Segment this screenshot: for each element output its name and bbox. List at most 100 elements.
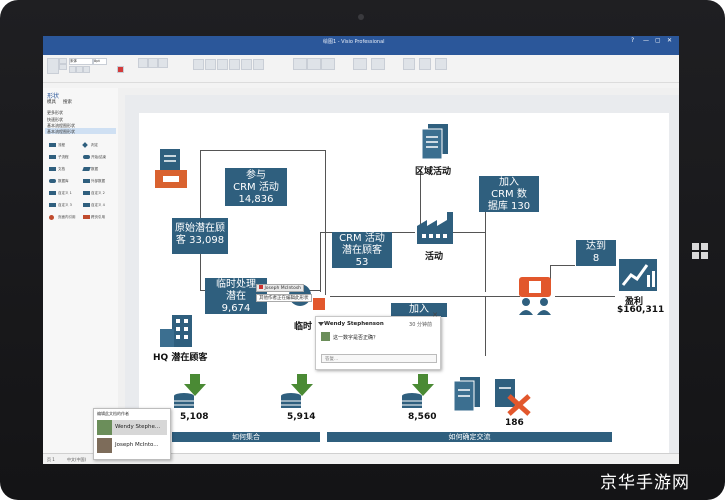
line-button[interactable] <box>307 58 321 70</box>
font-name-select[interactable]: 宋体 <box>69 58 93 65</box>
box-line: 加入 <box>499 177 519 188</box>
ribbon-tabs <box>43 47 679 55</box>
decision-shape-icon[interactable] <box>82 142 88 148</box>
off-page-reference-shape-icon[interactable] <box>83 215 90 219</box>
factory-icon[interactable] <box>415 210 455 246</box>
style-5-button[interactable] <box>241 59 252 70</box>
on-page-reference-shape-icon[interactable] <box>49 215 54 220</box>
site-watermark: 京华手游网 <box>600 473 690 493</box>
join-crm-database-box[interactable]: 加入 CRM 数 据库 130 <box>479 176 539 212</box>
select-button[interactable] <box>435 58 447 70</box>
document-stack-icon[interactable] <box>420 123 450 161</box>
close-button[interactable]: ✕ <box>667 37 672 44</box>
comment-popup[interactable]: Wendy Stephenson 30 分钟前 ✕ 这一数字是否正确？ 答复..… <box>315 311 441 370</box>
count-5108: 5,108 <box>180 412 209 422</box>
style-1-button[interactable] <box>193 59 204 70</box>
fill-button[interactable] <box>293 58 307 70</box>
paste-button[interactable] <box>47 58 59 74</box>
ribbon: 宋体 8pt <box>43 55 679 89</box>
avatar <box>97 420 112 435</box>
coauthor-item[interactable]: Joseph McInto... <box>97 438 167 453</box>
team-approval-icon[interactable] <box>515 275 555 317</box>
copy-button[interactable] <box>59 64 67 70</box>
shape-label-custom-3: 自定义 3 <box>58 203 72 207</box>
box-line: 达到 <box>586 241 606 252</box>
profit-chart-icon[interactable] <box>617 257 659 293</box>
raw-leads-box[interactable]: 原始潜在顾 客 33,098 <box>172 218 228 254</box>
layers-button[interactable] <box>419 58 431 70</box>
avatar <box>97 438 112 453</box>
office-building-icon[interactable] <box>158 313 194 349</box>
tab-stencils[interactable]: 模具 <box>47 99 56 105</box>
process-shape-icon[interactable] <box>49 143 56 147</box>
close-icon[interactable]: ✕ <box>432 311 438 319</box>
database-download-icon[interactable] <box>172 372 212 412</box>
comment-text: 这一数字是否正确？ <box>333 335 379 341</box>
coauthor-name: Joseph McIntosh <box>264 286 302 291</box>
maximize-button[interactable]: ▢ <box>655 37 661 44</box>
style-6-button[interactable] <box>253 59 264 70</box>
selected-shape-marker[interactable] <box>313 298 325 310</box>
custom-2-shape-icon[interactable] <box>83 191 90 195</box>
underline-button[interactable] <box>83 66 90 73</box>
effects-button[interactable] <box>321 58 335 70</box>
sidebar-item-more-shapes[interactable]: 更多形状 <box>47 110 63 116</box>
font-color-button[interactable] <box>117 66 124 73</box>
shape-label-process: 流程 <box>58 143 65 147</box>
custom-3-shape-icon[interactable] <box>49 203 56 207</box>
custom-1-shape-icon[interactable] <box>49 191 56 195</box>
find-button[interactable] <box>403 58 415 70</box>
reached-box[interactable]: 达到 8 <box>576 240 616 266</box>
italic-button[interactable] <box>76 66 83 73</box>
connector-line <box>330 296 520 297</box>
custom-4-shape-icon[interactable] <box>83 203 90 207</box>
rejected-document-icon[interactable] <box>493 378 533 416</box>
camera-icon <box>358 14 364 20</box>
minimize-button[interactable]: — <box>643 37 649 44</box>
status-page[interactable]: 页 1 <box>47 457 55 463</box>
subprocess-shape-icon[interactable] <box>49 155 56 159</box>
tab-search[interactable]: 搜索 <box>63 99 72 105</box>
coauthor-color-icon <box>259 285 263 289</box>
group-button[interactable] <box>371 58 385 70</box>
sidebar-item-basic-flowchart-selected[interactable]: 基本流程图形状 <box>47 129 75 135</box>
windows-logo-icon[interactable] <box>692 243 708 259</box>
reply-input[interactable]: 答复... <box>321 354 437 363</box>
connector-tool-button[interactable] <box>148 58 158 68</box>
box-line: 53 <box>355 257 369 268</box>
documents-icon[interactable] <box>452 376 484 412</box>
banner-left: 如何集合 <box>172 432 320 442</box>
shape-label-data: 数据 <box>91 167 98 171</box>
external-data-shape-icon[interactable] <box>83 179 90 183</box>
box-line: 参与 <box>246 170 266 181</box>
activity-label: 活动 <box>425 252 444 262</box>
text-tool-button[interactable] <box>158 58 168 68</box>
style-2-button[interactable] <box>205 59 216 70</box>
engage-crm-activity-box[interactable]: 参与 CRM 活动 14,836 <box>225 168 287 206</box>
inbox-document-icon[interactable] <box>153 148 189 190</box>
box-line: 加入 <box>409 304 429 315</box>
coauthor-item[interactable]: Wendy Stephe... <box>97 420 167 435</box>
crm-activity-leads-box[interactable]: CRM 活动 潜在顾客 53 <box>332 232 392 268</box>
terminator-shape-icon[interactable] <box>83 155 90 159</box>
connector-line <box>485 212 486 292</box>
document-shape-icon[interactable] <box>49 167 56 171</box>
style-3-button[interactable] <box>217 59 228 70</box>
pointer-tool-button[interactable] <box>138 58 148 68</box>
data-shape-icon[interactable] <box>82 167 91 171</box>
position-button[interactable] <box>353 58 367 70</box>
coauthors-panel[interactable]: 编辑此文档的作者 Wendy Stephe... Joseph McInto..… <box>93 408 171 460</box>
database-download-icon[interactable] <box>279 372 319 412</box>
connector-line <box>320 232 321 292</box>
box-line: 潜在顾客 <box>342 245 382 256</box>
bold-button[interactable] <box>69 66 76 73</box>
title-bar: 绘图1 - Visio Professional ? — ▢ ✕ <box>43 36 679 47</box>
database-shape-icon[interactable] <box>49 179 56 183</box>
font-size-select[interactable]: 8pt <box>93 58 107 65</box>
box-line: 据库 130 <box>487 201 531 212</box>
database-download-icon[interactable] <box>400 372 440 412</box>
shape-label-on-page-ref: 页面内引用 <box>58 215 76 219</box>
help-button[interactable]: ? <box>631 37 634 44</box>
style-4-button[interactable] <box>229 59 240 70</box>
join-box-partial[interactable]: 加入 <box>391 303 447 317</box>
